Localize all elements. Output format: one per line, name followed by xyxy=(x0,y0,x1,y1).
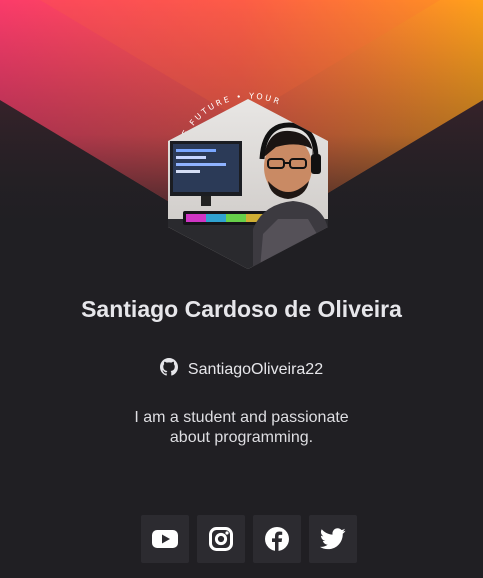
twitter-icon xyxy=(320,528,346,550)
github-icon xyxy=(159,358,178,381)
twitter-button[interactable] xyxy=(309,515,357,563)
instagram-icon xyxy=(209,527,233,551)
github-link[interactable]: SantiagoOliveira22 xyxy=(0,358,483,381)
avatar xyxy=(168,99,328,269)
profile-card: LD THE FUTURE • YOUR xyxy=(0,0,483,578)
instagram-button[interactable] xyxy=(197,515,245,563)
avatar-container: LD THE FUTURE • YOUR xyxy=(148,52,348,272)
youtube-button[interactable] xyxy=(141,515,189,563)
profile-bio: I am a student and passionate about prog… xyxy=(134,409,349,446)
facebook-button[interactable] xyxy=(253,515,301,563)
github-handle: SantiagoOliveira22 xyxy=(187,360,324,378)
facebook-icon xyxy=(265,527,289,552)
profile-name: Santiago Cardoso de Oliveira xyxy=(81,296,402,322)
youtube-icon xyxy=(152,530,178,548)
social-links xyxy=(141,515,357,563)
